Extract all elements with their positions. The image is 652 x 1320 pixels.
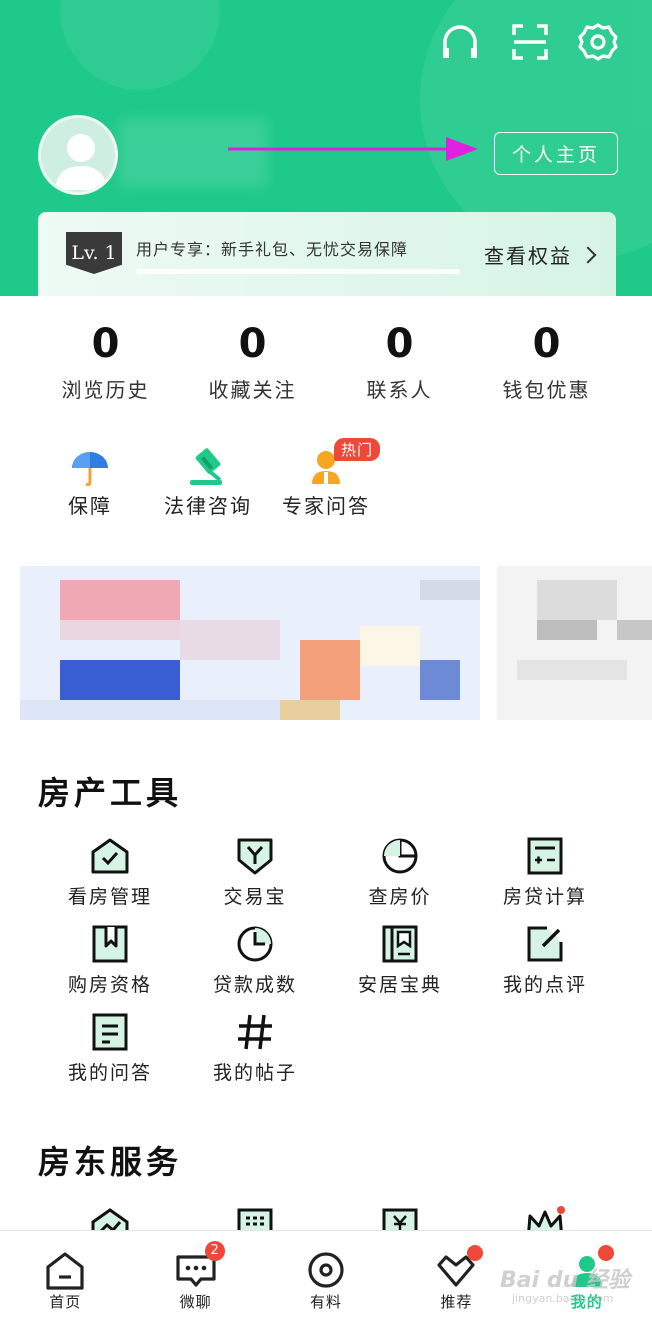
avatar[interactable] — [38, 115, 118, 195]
house-check-icon — [90, 836, 130, 876]
stat-favorites[interactable]: 0 收藏关注 — [179, 318, 326, 414]
annotation-arrow — [228, 137, 478, 161]
landlord-services-title: 房东服务 — [38, 1143, 183, 1181]
tool-my-qa[interactable]: 我的问答 — [40, 1012, 180, 1085]
tool-label: 我的点评 — [502, 974, 587, 996]
stat-wallet[interactable]: 0 钱包优惠 — [473, 318, 620, 414]
tab-home[interactable]: 首页 — [0, 1231, 130, 1320]
tool-check-price[interactable]: 查房价 — [330, 836, 470, 909]
quick-expert-qa[interactable]: 热门 专家问答 — [266, 438, 386, 519]
hot-badge: 热门 — [334, 438, 381, 461]
tool-label: 查房价 — [368, 886, 432, 908]
view-rights-link[interactable]: 查看权益 — [484, 240, 597, 269]
watermark: Bai du 经验 — [500, 1268, 630, 1293]
quick-label: 法律咨询 — [164, 494, 252, 518]
tab-label: 有料 — [309, 1293, 342, 1311]
member-benefit-text: 用户专享：新手礼包、无忧交易保障 — [136, 240, 409, 259]
notification-dot — [597, 1245, 614, 1261]
heart-check-icon — [435, 1245, 484, 1291]
tool-label: 贷款成数 — [212, 974, 297, 996]
home-icon — [44, 1251, 86, 1291]
watermark-url: jingyan.baidu.com — [512, 1292, 614, 1305]
tool-label: 房贷计算 — [502, 886, 587, 908]
stats-row: 0 浏览历史 0 收藏关注 0 联系人 0 钱包优惠 — [0, 318, 652, 414]
profile-header: 个人主页 Lv. 1 用户专享：新手礼包、无忧交易保障 查看权益 — [0, 0, 652, 296]
notification-dot — [467, 1245, 484, 1261]
tool-mortgage-calculator[interactable]: 房贷计算 — [475, 836, 615, 909]
stat-value: 0 — [238, 321, 267, 367]
stat-contacts[interactable]: 0 联系人 — [326, 318, 473, 414]
quick-legal[interactable]: 法律咨询 — [148, 446, 268, 519]
stat-label: 收藏关注 — [208, 378, 297, 402]
tool-purchase-eligibility[interactable]: 购房资格 — [40, 924, 180, 997]
bookmark-icon — [90, 924, 130, 964]
tool-my-posts[interactable]: 我的帖子 — [185, 1012, 325, 1085]
stat-label: 联系人 — [366, 378, 433, 402]
unread-badge: 2 — [204, 1241, 225, 1261]
clock-pie-icon — [235, 924, 275, 964]
quick-label: 保障 — [68, 494, 112, 518]
stat-value: 0 — [385, 321, 414, 367]
chat-icon: 2 — [175, 1241, 225, 1291]
stat-label: 浏览历史 — [61, 378, 150, 402]
tool-label: 购房资格 — [67, 974, 152, 996]
expert-icon: 热门 — [304, 438, 381, 488]
building-icon[interactable] — [235, 1206, 275, 1232]
tool-label: 看房管理 — [67, 886, 152, 908]
view-rights-label: 查看权益 — [484, 244, 572, 268]
shield-y-icon — [235, 836, 275, 876]
settings-icon[interactable] — [578, 22, 618, 62]
stat-value: 0 — [532, 321, 561, 367]
tool-label: 我的问答 — [67, 1062, 152, 1084]
gavel-icon — [186, 446, 230, 488]
scan-icon[interactable] — [510, 22, 550, 62]
promo-banner-secondary[interactable] — [497, 566, 652, 720]
tab-label: 推荐 — [440, 1293, 473, 1311]
level-badge: Lv. 1 — [66, 232, 122, 274]
quick-protection[interactable]: 保障 — [30, 446, 150, 519]
tab-feed[interactable]: 有料 — [261, 1231, 391, 1320]
tab-label: 首页 — [49, 1293, 82, 1311]
tab-label: 微聊 — [179, 1293, 212, 1311]
tool-loan-ratio[interactable]: 贷款成数 — [185, 924, 325, 997]
promo-banner[interactable] — [20, 566, 480, 720]
tool-label: 我的帖子 — [212, 1062, 297, 1084]
tool-living-guide[interactable]: 安居宝典 — [330, 924, 470, 997]
house-chart-icon[interactable] — [90, 1206, 130, 1232]
book-icon — [380, 924, 420, 964]
tool-label: 交易宝 — [223, 886, 287, 908]
calculator-icon — [525, 836, 565, 876]
crown-icon[interactable] — [525, 1206, 565, 1232]
umbrella-icon — [68, 446, 112, 488]
rent-price-icon[interactable] — [380, 1206, 420, 1232]
stat-value: 0 — [91, 321, 120, 367]
chevron-right-icon — [579, 246, 597, 263]
property-tools-title: 房产工具 — [38, 774, 183, 812]
profile-page-button[interactable]: 个人主页 — [494, 132, 618, 175]
member-card[interactable]: Lv. 1 用户专享：新手礼包、无忧交易保障 查看权益 — [38, 212, 616, 296]
pie-chart-icon — [380, 836, 420, 876]
headset-icon[interactable] — [440, 22, 480, 62]
edit-icon — [525, 924, 565, 964]
tool-label: 安居宝典 — [357, 974, 442, 996]
stat-browse-history[interactable]: 0 浏览历史 — [32, 318, 179, 414]
tool-viewing-management[interactable]: 看房管理 — [40, 836, 180, 909]
tool-my-reviews[interactable]: 我的点评 — [475, 924, 615, 997]
disc-icon — [305, 1251, 347, 1291]
tab-chat[interactable]: 2 微聊 — [130, 1231, 260, 1320]
level-progress-bar — [136, 269, 460, 274]
tool-trade-treasure[interactable]: 交易宝 — [185, 836, 325, 909]
hash-icon — [235, 1012, 275, 1052]
qa-list-icon — [90, 1012, 130, 1052]
quick-label: 专家问答 — [282, 494, 370, 518]
stat-label: 钱包优惠 — [502, 378, 591, 402]
